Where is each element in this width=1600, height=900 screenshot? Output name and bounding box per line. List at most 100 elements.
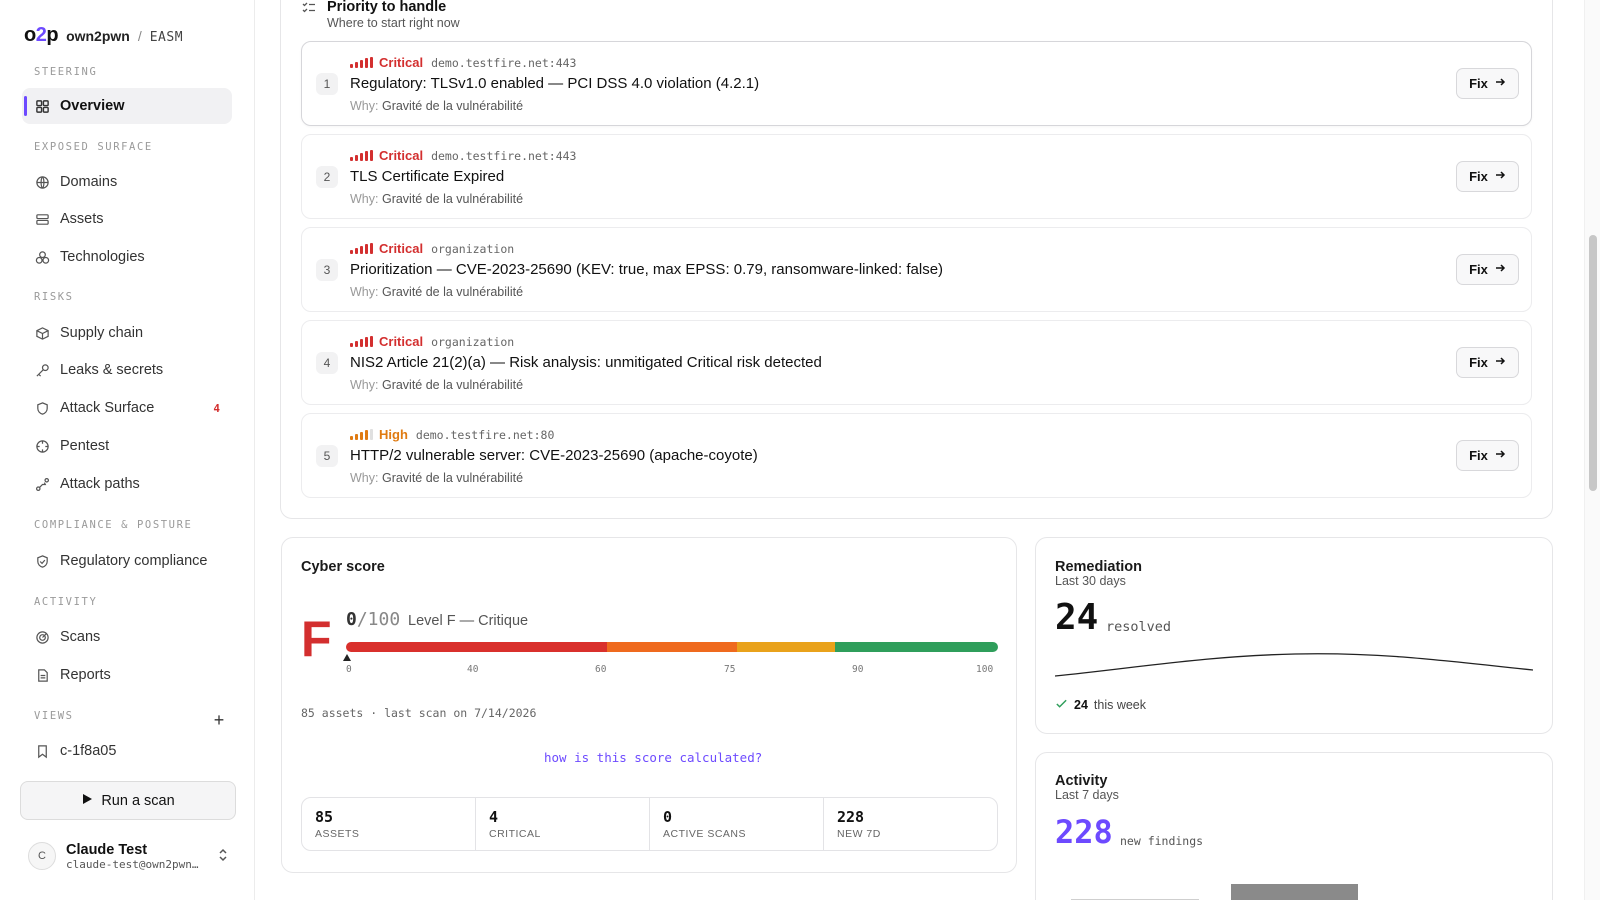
shield-icon xyxy=(34,400,50,416)
severity-label: Critical xyxy=(379,334,424,349)
key-icon xyxy=(34,362,50,378)
fix-button[interactable]: Fix xyxy=(1456,347,1519,378)
sidebar-item-regulatory-compliance[interactable]: Regulatory compliance xyxy=(22,543,232,579)
sidebar-item-scans[interactable]: Scans xyxy=(22,619,232,655)
section-compliance: COMPLIANCE & POSTURE xyxy=(34,519,193,531)
section-steering: STEERING xyxy=(34,66,98,78)
brand-separator: / xyxy=(137,28,142,44)
remediation-unit: resolved xyxy=(1106,619,1172,635)
fix-button[interactable]: Fix xyxy=(1456,68,1519,99)
score-value: 0/100 xyxy=(346,609,401,630)
bookmark-icon xyxy=(34,743,50,759)
arrow-right-icon xyxy=(1494,262,1506,277)
sidebar-item-view[interactable]: c-1f8a05 xyxy=(22,733,232,769)
priority-header: Priority to handle Where to start right … xyxy=(301,0,460,30)
sidebar-item-leaks[interactable]: Leaks & secrets xyxy=(22,352,232,388)
run-scan-button[interactable]: Run a scan xyxy=(20,781,236,820)
sidebar-item-assets[interactable]: Assets xyxy=(22,201,232,237)
remediation-value: 24 xyxy=(1055,597,1099,638)
package-icon xyxy=(34,325,50,341)
priority-item[interactable]: 4 Critical organization NIS2 Article 21(2)(… xyxy=(301,320,1532,405)
fix-button[interactable]: Fix xyxy=(1456,440,1519,471)
user-menu[interactable]: C Claude Test claude-test@own2pwn… xyxy=(28,835,233,877)
stat-active-scans: 0 ACTIVE SCANS xyxy=(650,798,824,850)
org-name: own2pwn xyxy=(66,28,130,44)
remediation-week: 24 this week xyxy=(1055,697,1146,713)
severity-label: High xyxy=(379,427,408,442)
gauge-tick: 75 xyxy=(724,664,736,675)
section-risks: RISKS xyxy=(34,291,74,303)
sidebar-item-supply-chain[interactable]: Supply chain xyxy=(22,315,232,351)
stat-new-7d: 228 NEW 7D xyxy=(837,808,881,840)
priority-rank: 1 xyxy=(316,73,338,95)
gauge-segment-amber xyxy=(737,642,835,652)
sidebar-item-label: c-1f8a05 xyxy=(60,743,117,759)
priority-item-title: HTTP/2 vulnerable server: CVE-2023-25690… xyxy=(350,447,758,464)
gauge-segment-green xyxy=(834,642,998,652)
remediation-title: Remediation xyxy=(1055,559,1143,575)
arrow-right-icon xyxy=(1494,355,1506,370)
priority-item[interactable]: 1 Critical demo.testfire.net:443 Regulatory… xyxy=(301,41,1532,126)
sidebar-item-label: Technologies xyxy=(60,249,145,265)
gauge-segment-orange xyxy=(606,642,738,652)
avatar: C xyxy=(28,842,56,870)
severity-line: High demo.testfire.net:80 xyxy=(350,427,554,442)
sidebar-item-label: Assets xyxy=(60,211,104,227)
sidebar-item-domains[interactable]: Domains xyxy=(22,164,232,200)
priority-item-title: Prioritization — CVE-2023-25690 (KEV: tr… xyxy=(350,261,944,278)
activity-subtitle: Last 7 days xyxy=(1055,788,1119,802)
priority-rank: 3 xyxy=(316,259,338,281)
route-icon xyxy=(34,476,50,492)
brand[interactable]: o2p own2pwn / EASM xyxy=(24,24,183,47)
gauge-tick: 60 xyxy=(595,664,607,675)
add-view-button[interactable]: + xyxy=(209,710,229,730)
sidebar-item-pentest[interactable]: Pentest xyxy=(22,428,232,464)
arrow-right-icon xyxy=(1494,169,1506,184)
sidebar-item-overview[interactable]: Overview xyxy=(22,88,232,124)
severity-label: Critical xyxy=(379,55,424,70)
severity-line: Critical demo.testfire.net:443 xyxy=(350,148,576,163)
sidebar-item-technologies[interactable]: Technologies xyxy=(22,239,232,275)
priority-item-why: Why: Gravité de la vulnérabilité xyxy=(350,471,524,485)
target-host: demo.testfire.net:443 xyxy=(431,148,577,163)
priority-item[interactable]: 2 Critical demo.testfire.net:443 TLS Certif… xyxy=(301,134,1532,219)
priority-item[interactable]: 5 High demo.testfire.net:80 HTTP/2 vulnerab… xyxy=(301,413,1532,498)
sidebar-item-attack-surface[interactable]: Attack Surface 4 xyxy=(22,390,232,426)
sidebar-item-reports[interactable]: Reports xyxy=(22,657,232,693)
sidebar-item-label: Overview xyxy=(60,98,125,114)
severity-line: Critical demo.testfire.net:443 xyxy=(350,55,576,70)
priority-item-title: NIS2 Article 21(2)(a) — Risk analysis: u… xyxy=(350,354,822,371)
severity-bars-icon xyxy=(350,57,373,68)
sidebar-item-label: Pentest xyxy=(60,438,110,454)
score-grade: F xyxy=(301,611,332,667)
priority-rank: 4 xyxy=(316,352,338,374)
target-host: organization xyxy=(431,334,515,349)
sidebar-item-label: Leaks & secrets xyxy=(60,362,164,378)
sidebar: o2p own2pwn / EASM STEERING Overview EXP… xyxy=(0,0,255,900)
activity-unit: new findings xyxy=(1120,834,1204,848)
score-level: Level F — Critique xyxy=(408,613,529,629)
priority-item[interactable]: 3 Critical organization Prioritization — CV… xyxy=(301,227,1532,312)
remediation-sparkline xyxy=(1055,653,1533,677)
shield-check-icon xyxy=(34,553,50,569)
score-explanation-link[interactable]: how is this score calculated? xyxy=(544,750,762,765)
chevrons-up-down-icon xyxy=(217,847,229,866)
gauge-tick: 40 xyxy=(467,664,479,675)
priority-item-why: Why: Gravité de la vulnérabilité xyxy=(350,99,524,113)
priority-subtitle: Where to start right now xyxy=(327,16,460,30)
scroll-thumb[interactable] xyxy=(1589,235,1597,491)
priority-rank: 2 xyxy=(316,166,338,188)
gauge-tick: 0 xyxy=(346,664,352,675)
score-meta: 85 assets · last scan on 7/14/2026 xyxy=(301,706,537,720)
fix-button[interactable]: Fix xyxy=(1456,161,1519,192)
priority-item-why: Why: Gravité de la vulnérabilité xyxy=(350,192,524,206)
sidebar-item-label: Domains xyxy=(60,174,118,190)
fix-button[interactable]: Fix xyxy=(1456,254,1519,285)
sidebar-item-label: Attack Surface xyxy=(60,400,155,416)
radar-icon xyxy=(34,629,50,645)
user-email: claude-test@own2pwn… xyxy=(66,857,199,871)
priority-title: Priority to handle xyxy=(327,0,447,15)
sidebar-item-attack-paths[interactable]: Attack paths xyxy=(22,466,232,502)
target-host: organization xyxy=(431,241,515,256)
page-scrollbar[interactable] xyxy=(1584,0,1600,900)
